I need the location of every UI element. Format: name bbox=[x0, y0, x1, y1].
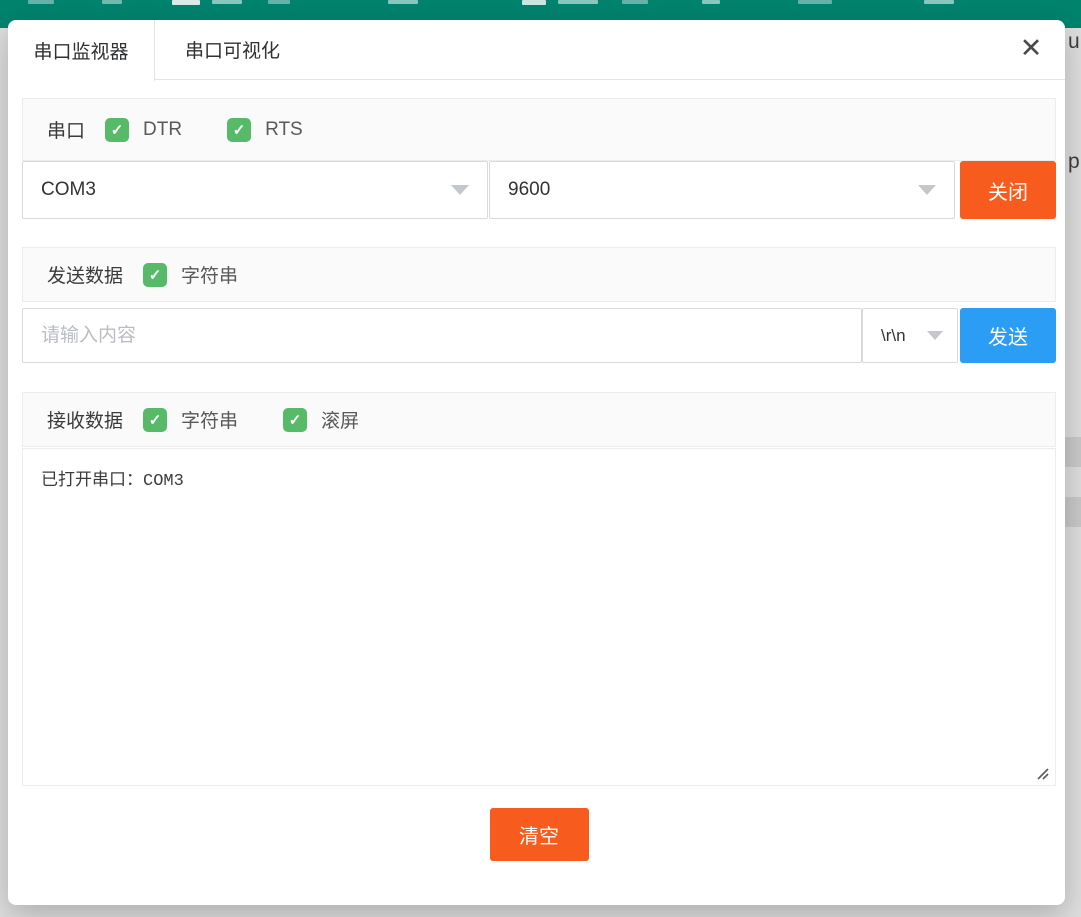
menubar-glyph-fragment bbox=[924, 0, 954, 4]
menubar-glyph-fragment bbox=[388, 0, 418, 4]
background-scrollbar-fragment bbox=[1065, 437, 1081, 467]
caret-down-icon bbox=[927, 331, 943, 340]
receive-string-checkbox-label: 字符串 bbox=[181, 406, 238, 433]
background-text-fragment: u bbox=[1068, 30, 1080, 54]
tab-serial-visualization[interactable]: 串口可视化 bbox=[155, 20, 332, 79]
check-icon: ✓ bbox=[111, 121, 124, 139]
check-icon: ✓ bbox=[149, 266, 162, 284]
caret-down-icon bbox=[451, 185, 469, 195]
send-string-checkbox-label: 字符串 bbox=[181, 261, 238, 288]
dtr-checkbox[interactable]: ✓ bbox=[105, 118, 129, 142]
serial-section-header: 串口 ✓ DTR ✓ RTS bbox=[22, 98, 1056, 161]
send-row: \r\n 发送 bbox=[22, 308, 1056, 363]
serial-monitor-dialog: 串口监视器 串口可视化 ✕ 串口 ✓ DTR ✓ RTS bbox=[8, 20, 1065, 905]
scroll-checkbox-group: ✓ 滚屏 bbox=[283, 406, 359, 433]
tab-serial-visualization-label: 串口可视化 bbox=[185, 36, 280, 63]
scroll-checkbox-label: 滚屏 bbox=[321, 406, 359, 433]
menubar-glyph-fragment bbox=[172, 0, 200, 5]
menubar-glyph-fragment bbox=[798, 0, 832, 4]
port-close-button[interactable]: 关闭 bbox=[960, 161, 1056, 219]
resize-handle-icon[interactable] bbox=[1035, 766, 1049, 780]
send-input[interactable] bbox=[22, 308, 862, 363]
check-icon: ✓ bbox=[149, 411, 162, 429]
check-icon: ✓ bbox=[233, 121, 246, 139]
background-text-fragment: p bbox=[1068, 150, 1080, 174]
rts-checkbox-group: ✓ RTS bbox=[227, 118, 303, 142]
serial-port-row: COM3 9600 关闭 bbox=[22, 161, 1056, 219]
rts-checkbox[interactable]: ✓ bbox=[227, 118, 251, 142]
send-section-header: 发送数据 ✓ 字符串 bbox=[22, 247, 1056, 302]
tab-serial-monitor[interactable]: 串口监视器 bbox=[8, 20, 155, 81]
tab-serial-monitor-label: 串口监视器 bbox=[33, 37, 128, 64]
line-ending-select[interactable]: \r\n bbox=[862, 308, 958, 363]
clear-button[interactable]: 清空 bbox=[490, 808, 589, 861]
serial-section-label: 串口 bbox=[47, 116, 85, 143]
baud-select[interactable]: 9600 bbox=[489, 161, 955, 219]
baud-select-value: 9600 bbox=[508, 179, 918, 201]
menubar-glyph-fragment bbox=[522, 0, 546, 5]
dialog-tabbar: 串口监视器 串口可视化 ✕ bbox=[8, 20, 1065, 80]
receive-string-checkbox[interactable]: ✓ bbox=[143, 408, 167, 432]
dtr-checkbox-group: ✓ DTR bbox=[105, 118, 182, 142]
scroll-checkbox[interactable]: ✓ bbox=[283, 408, 307, 432]
receive-log-port: COM3 bbox=[143, 472, 184, 491]
background-scrollbar-fragment bbox=[1065, 497, 1081, 527]
receive-log-text: 已打开串口： bbox=[41, 470, 143, 489]
receive-section-header: 接收数据 ✓ 字符串 ✓ 滚屏 bbox=[22, 392, 1056, 447]
dialog-close-button[interactable]: ✕ bbox=[1013, 28, 1049, 68]
dtr-checkbox-label: DTR bbox=[143, 119, 182, 141]
check-icon: ✓ bbox=[289, 411, 302, 429]
menubar-glyph-fragment bbox=[102, 0, 122, 4]
menubar-glyph-fragment bbox=[702, 0, 720, 4]
port-select[interactable]: COM3 bbox=[22, 161, 488, 219]
menubar-glyph-fragment bbox=[212, 0, 242, 4]
port-select-value: COM3 bbox=[41, 179, 451, 201]
clear-button-row: 清空 bbox=[22, 808, 1056, 861]
send-button[interactable]: 发送 bbox=[960, 308, 1056, 363]
send-string-checkbox[interactable]: ✓ bbox=[143, 263, 167, 287]
line-ending-value: \r\n bbox=[881, 326, 927, 346]
menubar-glyph-fragment bbox=[268, 0, 290, 4]
menubar-glyph-fragment bbox=[558, 0, 598, 4]
receive-log-area[interactable]: 已打开串口：COM3 bbox=[22, 448, 1056, 786]
receive-section-label: 接收数据 bbox=[47, 406, 123, 433]
caret-down-icon bbox=[918, 185, 936, 195]
send-section-label: 发送数据 bbox=[47, 261, 123, 288]
close-icon: ✕ bbox=[1020, 33, 1043, 64]
send-string-checkbox-group: ✓ 字符串 bbox=[143, 261, 238, 288]
menubar-glyph-fragment bbox=[622, 0, 648, 4]
rts-checkbox-label: RTS bbox=[265, 119, 303, 141]
menubar-glyph-fragment bbox=[28, 0, 54, 4]
receive-string-checkbox-group: ✓ 字符串 bbox=[143, 406, 238, 433]
